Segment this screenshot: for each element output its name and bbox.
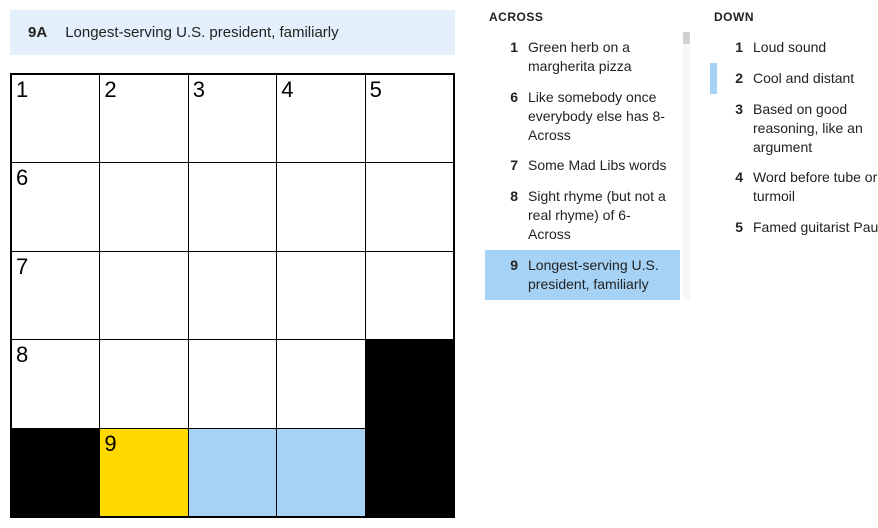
- current-clue-bar: 9A Longest-serving U.S. president, famil…: [10, 10, 455, 55]
- grid-cell[interactable]: 3: [189, 75, 276, 162]
- cell-number: 7: [16, 254, 28, 280]
- grid-cell[interactable]: [189, 429, 276, 516]
- down-column: DOWN 1 Loud sound 2 Cool and distant 3Based …: [710, 10, 878, 300]
- down-clue-2[interactable]: 2 Cool and distant: [710, 63, 878, 94]
- grid-cell-black: [366, 340, 453, 427]
- across-clue-6[interactable]: 6Like somebody once everybody else has 8…: [485, 82, 680, 151]
- cell-number: 1: [16, 77, 28, 103]
- grid-cell[interactable]: [277, 252, 364, 339]
- clue-text: Word before tube or turmoil: [753, 168, 878, 206]
- clue-text: Green herb on a margherita pizza: [528, 38, 672, 76]
- down-clue-3[interactable]: 3Based on good reasoning, like an argume…: [710, 94, 878, 163]
- down-clue-5[interactable]: 5 Famed guitarist Paul: [710, 212, 878, 243]
- across-column: ACROSS 1 Green herb on a margherita pizza…: [485, 10, 680, 300]
- grid-cell-black: [366, 429, 453, 516]
- across-clue-list: 1 Green herb on a margherita pizza 6Like s…: [485, 32, 680, 300]
- grid-cell[interactable]: 4: [277, 75, 364, 162]
- grid-cell[interactable]: [277, 429, 364, 516]
- app-root: 9A Longest-serving U.S. president, famil…: [10, 10, 868, 518]
- clue-text: Cool and distant: [753, 69, 878, 88]
- grid-cell[interactable]: [100, 163, 187, 250]
- clue-text: Like somebody once everybody else has 8-…: [528, 88, 672, 145]
- clue-number: 4: [729, 168, 743, 206]
- scroll-thumb[interactable]: [683, 32, 690, 44]
- clue-number: 5: [729, 218, 743, 237]
- clue-number: 1: [504, 38, 518, 76]
- grid-cell[interactable]: 6: [12, 163, 99, 250]
- grid-cell[interactable]: 1: [12, 75, 99, 162]
- grid-cell-black: [12, 429, 99, 516]
- cell-number: 9: [104, 431, 116, 457]
- cell-number: 6: [16, 165, 28, 191]
- down-clue-list: 1 Loud sound 2 Cool and distant 3Based on go…: [710, 32, 878, 243]
- grid-cell[interactable]: [189, 340, 276, 427]
- grid-cell[interactable]: 9: [100, 429, 187, 516]
- clue-number: 2: [729, 69, 743, 88]
- clue-number: 8: [504, 187, 518, 244]
- grid-cell[interactable]: [100, 340, 187, 427]
- across-clue-9[interactable]: 9 Longest-serving U.S. president, familia…: [485, 250, 680, 300]
- grid-cell[interactable]: [100, 252, 187, 339]
- grid-cell[interactable]: 2: [100, 75, 187, 162]
- clue-number: 7: [504, 156, 518, 175]
- grid-cell[interactable]: 7: [12, 252, 99, 339]
- cell-number: 2: [104, 77, 116, 103]
- grid-cell[interactable]: [189, 252, 276, 339]
- across-clue-7[interactable]: 7 Some Mad Libs words: [485, 150, 680, 181]
- grid-cell[interactable]: 8: [12, 340, 99, 427]
- clue-number: 3: [729, 100, 743, 157]
- clue-text: Based on good reasoning, like an argumen…: [753, 100, 878, 157]
- clue-text: Longest-serving U.S. president, familiar…: [528, 256, 672, 294]
- clue-number: 1: [729, 38, 743, 57]
- cell-number: 4: [281, 77, 293, 103]
- across-clue-1[interactable]: 1 Green herb on a margherita pizza: [485, 32, 680, 82]
- grid-cell[interactable]: [277, 340, 364, 427]
- cell-number: 5: [370, 77, 382, 103]
- current-clue-label: 9A: [28, 24, 47, 41]
- grid-cell[interactable]: [366, 163, 453, 250]
- grid-cell[interactable]: 5: [366, 75, 453, 162]
- down-title: DOWN: [710, 10, 878, 24]
- grid-cell[interactable]: [189, 163, 276, 250]
- down-clue-4[interactable]: 4 Word before tube or turmoil: [710, 162, 878, 212]
- current-clue-text: Longest-serving U.S. president, familiar…: [65, 24, 338, 41]
- clue-text: Loud sound: [753, 38, 878, 57]
- across-title: ACROSS: [485, 10, 680, 24]
- clue-number: 6: [504, 88, 518, 145]
- clue-lists: ACROSS 1 Green herb on a margherita pizza…: [485, 10, 878, 300]
- down-clue-1[interactable]: 1 Loud sound: [710, 32, 878, 63]
- grid-cell[interactable]: [277, 163, 364, 250]
- crossword-grid[interactable]: 1 2 3 4 5 6 7 8 9: [10, 73, 455, 518]
- grid-cell[interactable]: [366, 252, 453, 339]
- cell-number: 8: [16, 342, 28, 368]
- across-clue-8[interactable]: 8Sight rhyme (but not a real rhyme) of 6…: [485, 181, 680, 250]
- scroll-track: [683, 32, 690, 300]
- clue-text: Some Mad Libs words: [528, 156, 672, 175]
- clue-text: Sight rhyme (but not a real rhyme) of 6-…: [528, 187, 672, 244]
- clue-text: Famed guitarist Paul: [753, 218, 878, 237]
- left-panel: 9A Longest-serving U.S. president, famil…: [10, 10, 455, 518]
- cell-number: 3: [193, 77, 205, 103]
- clue-number: 9: [504, 256, 518, 294]
